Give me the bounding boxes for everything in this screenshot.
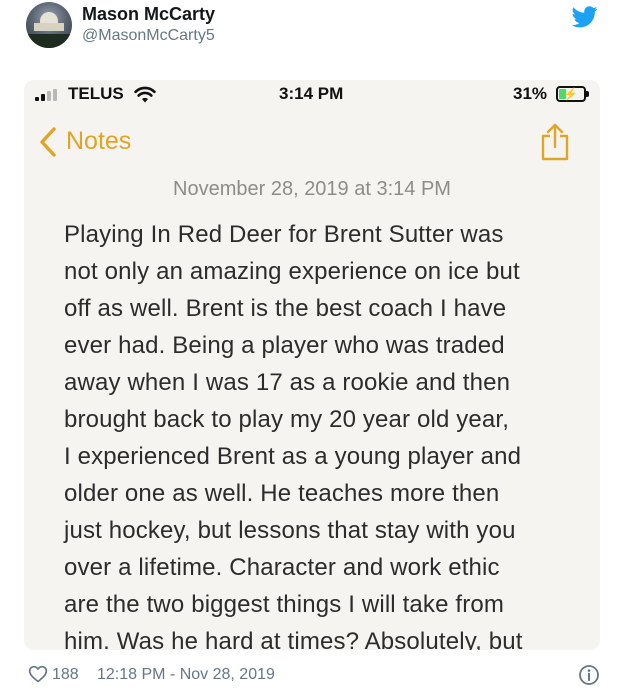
note-line: older one as well. He teaches more then [64,480,500,507]
note-line: away when I was 17 as a rookie and then [64,369,511,396]
note-line: brought back to play my 20 year old year… [64,406,510,433]
signal-strength-icon [35,89,57,101]
note-line: are the two biggest things I will take f… [64,591,504,618]
display-name[interactable]: Mason McCarty [82,4,215,25]
note-line: off as well. Brent is the best coach I h… [64,295,507,322]
heart-icon[interactable] [28,664,48,684]
note-line: ever had. Being a player who was traded [64,332,505,359]
notes-nav-bar: Notes [24,118,600,168]
share-icon[interactable] [538,122,572,162]
note-line: Playing In Red Deer for Brent Sutter was [64,221,504,248]
back-button[interactable]: Notes [66,127,131,156]
info-icon[interactable] [578,664,600,686]
notes-screenshot[interactable]: TELUS 3:14 PM 31% ⚡ Notes November 28, 2… [24,80,600,650]
like-count[interactable]: 188 [52,666,79,684]
twitter-bird-icon[interactable] [572,6,598,28]
avatar[interactable] [26,2,72,48]
chevron-left-icon[interactable] [38,126,58,158]
note-line: I experienced Brent as a young player an… [64,443,522,470]
note-line: just hockey, but lessons that stay with … [64,517,516,544]
tweet-card: Mason McCarty @MasonMcCarty5 TELUS 3:14 … [0,0,626,698]
wifi-icon [134,86,156,103]
phone-status-bar: TELUS 3:14 PM 31% ⚡ [24,80,600,110]
note-date: November 28, 2019 at 3:14 PM [173,178,451,200]
battery-icon: ⚡ [556,86,589,102]
battery-percentage: 31% [513,84,548,103]
note-line: him. Was he hard at times? Absolutely, b… [64,628,523,650]
note-body[interactable]: Playing In Red Deer for Brent Sutter was… [64,216,574,650]
tweet-timestamp[interactable]: 12:18 PM - Nov 28, 2019 [97,666,275,684]
user-handle[interactable]: @MasonMcCarty5 [82,27,215,45]
status-time: 3:14 PM [279,84,344,103]
note-line: not only an amazing experience on ice bu… [64,258,520,285]
tweet-footer: 188 12:18 PM - Nov 28, 2019 [0,662,626,692]
tweet-header: Mason McCarty @MasonMcCarty5 [0,0,626,62]
carrier-name: TELUS [68,84,124,103]
note-line: over a lifetime. Character and work ethi… [64,554,500,581]
